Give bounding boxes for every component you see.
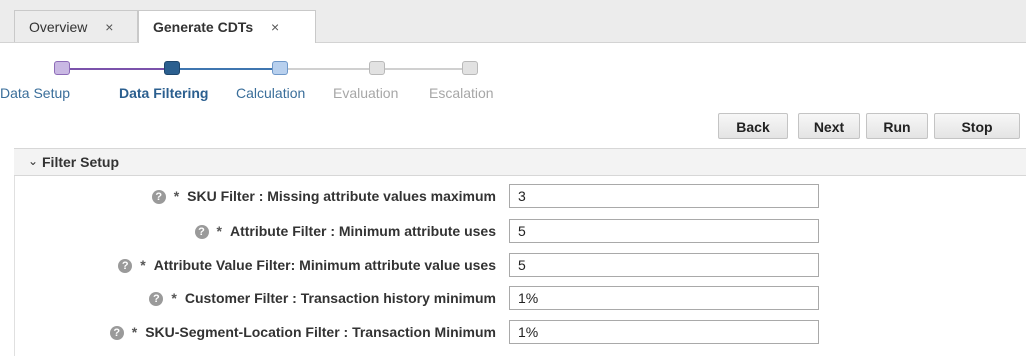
required-icon: * [131, 324, 138, 340]
required-icon: * [216, 223, 222, 239]
tab-bar: Overview × Generate CDTs × [0, 0, 1026, 43]
tab-overview[interactable]: Overview × [14, 10, 138, 42]
next-button[interactable]: Next [798, 113, 860, 139]
help-icon[interactable]: ? [194, 225, 209, 240]
form-row: ? * Customer Filter : Transaction history … [0, 286, 1026, 314]
train-connector [385, 68, 463, 70]
help-icon[interactable]: ? [149, 292, 164, 307]
sku-filter-input[interactable] [509, 184, 819, 208]
tab-generate-cdts-label: Generate CDTs [153, 19, 254, 35]
train-connector [68, 68, 165, 70]
step-label-evaluation: Evaluation [333, 85, 399, 101]
field-label: ? * Attribute Filter : Minimum attribute u… [194, 223, 496, 240]
step-label-escalation: Escalation [429, 85, 494, 101]
field-label: ? * SKU-Segment-Location Filter : Transact… [109, 324, 496, 341]
required-icon: * [140, 257, 146, 273]
form-row: ? * Attribute Filter : Minimum attribute u… [0, 219, 1026, 247]
tab-overview-label: Overview [29, 19, 88, 35]
chevron-down-icon[interactable]: ⌄ [28, 154, 38, 168]
attribute-filter-input[interactable] [509, 219, 819, 243]
step-label-calculation[interactable]: Calculation [236, 85, 305, 101]
field-label: ? * Attribute Value Filter: Minimum attrib… [118, 257, 496, 274]
attribute-value-filter-input[interactable] [509, 253, 819, 277]
required-icon: * [173, 188, 180, 204]
section-title: Filter Setup [42, 154, 120, 170]
close-icon[interactable]: × [105, 19, 113, 35]
train-connector [180, 68, 272, 70]
train-stop-data-filtering [164, 61, 180, 75]
field-label: ? * Customer Filter : Transaction history … [149, 290, 496, 307]
form-row: ? * SKU-Segment-Location Filter : Transact… [0, 320, 1026, 348]
run-button[interactable]: Run [866, 113, 928, 139]
field-label: ? * SKU Filter : Missing attribute values … [151, 188, 496, 205]
back-button[interactable]: Back [718, 113, 788, 139]
help-icon[interactable]: ? [109, 326, 124, 341]
tab-generate-cdts[interactable]: Generate CDTs × [138, 10, 316, 43]
train-stop-data-setup[interactable] [54, 61, 70, 75]
step-label-data-setup[interactable]: Data Setup [0, 85, 70, 101]
sku-segment-location-filter-input[interactable] [509, 320, 819, 344]
stop-button[interactable]: Stop [934, 113, 1020, 139]
filter-setup-header[interactable]: ⌄ Filter Setup [14, 148, 1026, 176]
form-row: ? * SKU Filter : Missing attribute values … [0, 184, 1026, 212]
train-connector [288, 68, 370, 70]
step-train: Data Setup Data Filtering Calculation Ev… [0, 58, 560, 108]
help-icon[interactable]: ? [118, 259, 133, 274]
help-icon[interactable]: ? [151, 190, 166, 205]
step-label-data-filtering: Data Filtering [119, 85, 209, 101]
train-stop-calculation[interactable] [272, 61, 288, 75]
close-icon[interactable]: × [271, 19, 279, 35]
form-row: ? * Attribute Value Filter: Minimum attrib… [0, 253, 1026, 281]
train-stop-escalation [462, 61, 478, 75]
train-stop-evaluation [369, 61, 385, 75]
customer-filter-input[interactable] [509, 286, 819, 310]
required-icon: * [171, 290, 177, 306]
